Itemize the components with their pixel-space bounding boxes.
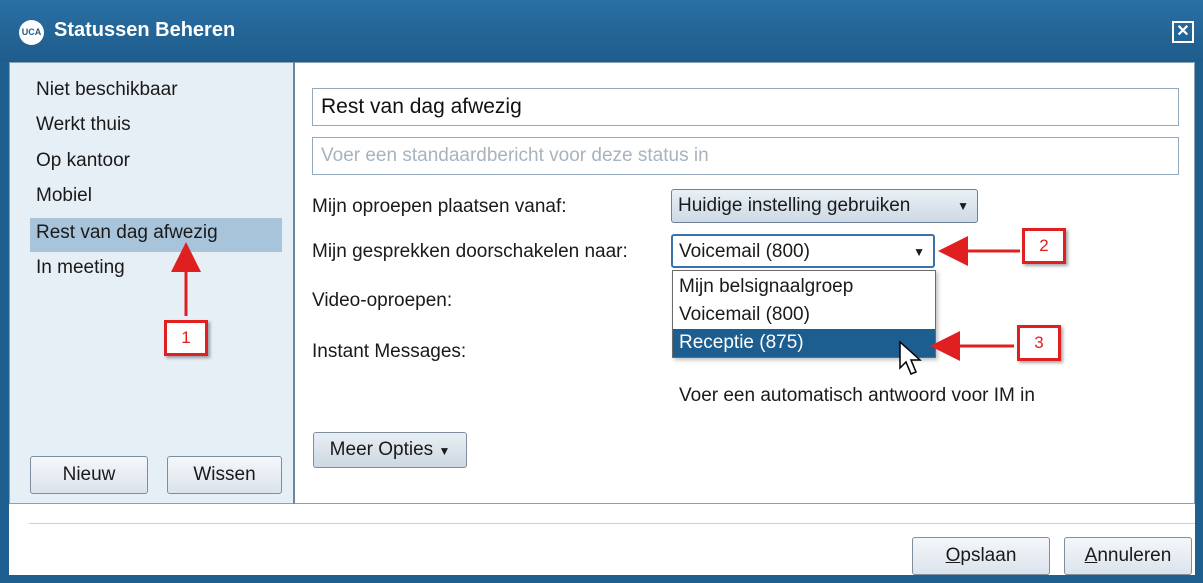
status-item-werkt-thuis[interactable]: Werkt thuis — [30, 110, 282, 144]
forward-option-voicemail[interactable]: Voicemail (800) — [673, 301, 935, 329]
dialog-body: Niet beschikbaar Werkt thuis Op kantoor … — [9, 62, 1195, 575]
calls-from-label: Mijn oproepen plaatsen vanaf: — [312, 196, 567, 217]
cancel-button[interactable]: Annuleren — [1064, 537, 1192, 575]
status-list-panel: Niet beschikbaar Werkt thuis Op kantoor … — [9, 62, 294, 504]
video-calls-label: Video-oproepen: — [312, 290, 453, 311]
mouse-pointer-icon — [899, 340, 922, 375]
footer-separator — [29, 523, 1195, 524]
im-auto-reply-hint[interactable]: Voer een automatisch antwoord voor IM in — [679, 385, 1035, 407]
title-bar[interactable]: UCA Statussen Beheren ✕ — [0, 0, 1203, 62]
instant-messages-label: Instant Messages: — [312, 341, 467, 362]
forward-option-belsignaalgroep[interactable]: Mijn belsignaalgroep — [673, 273, 935, 301]
calls-from-value: Huidige instelling gebruiken — [678, 195, 911, 216]
forward-label: Mijn gesprekken doorschakelen naar: — [312, 241, 628, 262]
dialog-window: UCA Statussen Beheren ✕ Niet beschikbaar… — [0, 0, 1203, 583]
more-options-button[interactable]: Meer Opties ▼ — [313, 432, 467, 468]
forward-option-receptie[interactable]: Receptie (875) — [673, 329, 935, 357]
default-message-input[interactable]: Voer een standaardbericht voor deze stat… — [312, 137, 1179, 175]
more-options-label: Meer Opties — [329, 439, 434, 460]
annotation-callout-2: 2 — [1022, 228, 1066, 264]
status-item-mobiel[interactable]: Mobiel — [30, 181, 282, 215]
status-details-panel: Rest van dag afwezig Voer een standaardb… — [295, 62, 1195, 504]
forward-dropdown-list: Mijn belsignaalgroep Voicemail (800) Rec… — [672, 270, 936, 358]
status-name-input[interactable]: Rest van dag afwezig — [312, 88, 1179, 126]
status-item-in-meeting[interactable]: In meeting — [30, 253, 282, 287]
calls-from-select[interactable]: Huidige instelling gebruiken ▼ — [671, 189, 978, 223]
status-item-rest-van-dag-afwezig[interactable]: Rest van dag afwezig — [30, 218, 282, 252]
status-item-op-kantoor[interactable]: Op kantoor — [30, 146, 282, 180]
app-logo-icon: UCA — [19, 20, 44, 45]
annotation-callout-1: 1 — [164, 320, 208, 356]
annotation-callout-3: 3 — [1017, 325, 1061, 361]
chevron-down-icon: ▼ — [957, 199, 969, 213]
forward-value: Voicemail (800) — [679, 241, 810, 262]
delete-status-button[interactable]: Wissen — [167, 456, 282, 494]
forward-select[interactable]: Voicemail (800) ▼ — [671, 234, 935, 268]
chevron-down-icon: ▼ — [438, 444, 451, 458]
save-button[interactable]: Opslaan — [912, 537, 1050, 575]
close-icon[interactable]: ✕ — [1172, 21, 1194, 43]
dialog-title: Statussen Beheren — [54, 19, 236, 41]
new-status-button[interactable]: Nieuw — [30, 456, 148, 494]
chevron-down-icon: ▼ — [913, 245, 925, 259]
status-item-niet-beschikbaar[interactable]: Niet beschikbaar — [30, 75, 282, 109]
